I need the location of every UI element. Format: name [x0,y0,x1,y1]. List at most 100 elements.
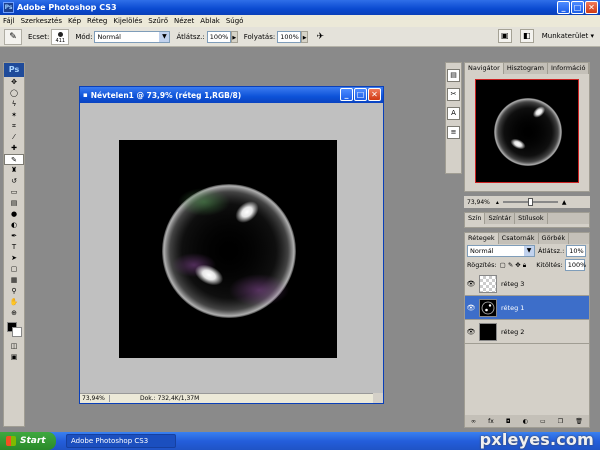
menu-help[interactable]: Súgó [223,17,247,25]
pen-tool-icon[interactable]: ✒ [4,231,24,242]
paragraph-panel-icon[interactable]: ≡ [447,126,460,139]
eye-icon[interactable]: 👁︎ [465,304,477,312]
lock-pixels-icon[interactable]: ✎ [508,261,513,269]
bridge-icon[interactable]: ▣ [497,29,512,43]
notes-tool-icon[interactable]: ▦ [4,275,24,286]
lock-all-icon[interactable]: 🔒︎ [523,261,526,270]
canvas-area[interactable] [80,103,383,393]
fill-input[interactable]: 100% [564,259,586,271]
hand-tool-icon[interactable]: ✋ [4,297,24,308]
eye-icon[interactable]: 👁︎ [465,280,477,288]
layer-mask-icon[interactable]: ◘ [506,418,511,425]
link-layers-icon[interactable]: ∞ [471,418,476,425]
tab-channels[interactable]: Csatornák [499,233,539,244]
history-brush-tool-icon[interactable]: ↺ [4,176,24,187]
lock-position-icon[interactable]: ✥ [515,261,520,269]
flow-arrow-icon[interactable]: ▶ [301,30,309,43]
blend-mode-select[interactable]: Normál ▼ [467,245,535,257]
opacity-input[interactable]: 100% [206,30,231,43]
document-title-bar[interactable]: ▪ Névtelen1 @ 73,9% (réteg 1,RGB/8) _ □ … [80,87,383,103]
layer-opacity-input[interactable]: 10% [566,245,587,257]
zoom-out-icon[interactable]: ▴ [496,199,499,206]
zoom-tool-icon[interactable]: ⊕ [4,308,24,319]
flow-input[interactable]: 100% [277,30,302,43]
airbrush-icon[interactable]: ✈ [313,30,327,44]
mode-value: Normál [97,32,121,41]
tab-curves[interactable]: Görbék [539,233,570,244]
slider-knob[interactable] [527,198,533,206]
navigator-zoom-slider[interactable] [502,198,558,206]
tab-styles[interactable]: Stílusok [515,213,548,224]
magic-wand-tool-icon[interactable]: ✶ [4,110,24,121]
dodge-tool-icon[interactable]: ◐ [4,220,24,231]
slice-tool-icon[interactable]: ⁄ [4,132,24,143]
tab-info[interactable]: Információ [548,63,590,74]
blur-tool-icon[interactable]: ● [4,209,24,220]
lock-transparency-icon[interactable]: ▢ [500,261,506,269]
menu-select[interactable]: Kijelölés [110,17,145,25]
quick-mask-icon[interactable]: ◫ [4,341,24,352]
history-panel-icon[interactable]: ▤ [447,69,460,82]
doc-zoom-field[interactable]: 73,94% [80,395,110,402]
navigator-zoom-value[interactable]: 73,94% [467,199,490,206]
menu-file[interactable]: Fájl [0,17,18,25]
mode-select[interactable]: Normál ▼ [94,30,171,43]
healing-brush-tool-icon[interactable]: ✚ [4,143,24,154]
tab-navigator[interactable]: Navigátor [465,63,504,74]
clone-stamp-tool-icon[interactable]: ♜ [4,165,24,176]
layer-style-icon[interactable]: fx [488,418,494,425]
new-layer-icon[interactable]: ❐ [558,418,563,425]
tab-layers[interactable]: Rétegek [465,233,499,244]
tools-preset-icon[interactable]: ✂ [447,88,460,101]
menu-image[interactable]: Kép [65,17,84,25]
tool-preset-picker[interactable]: ✎ [4,28,22,45]
color-swatches[interactable] [4,319,24,341]
shape-tool-icon[interactable]: ▢ [4,264,24,275]
opacity-arrow-icon[interactable]: ▶ [230,30,238,43]
tab-color[interactable]: Szín [465,213,486,224]
doc-maximize-button[interactable]: □ [354,88,367,101]
brush-picker[interactable]: 411 [51,28,70,45]
lasso-tool-icon[interactable]: ϟ [4,99,24,110]
tab-histogram[interactable]: Hisztogram [504,63,548,74]
close-button[interactable]: ✕ [585,1,598,14]
screen-mode-icon[interactable]: ▣ [4,352,24,363]
eye-icon[interactable]: 👁︎ [465,328,477,336]
crop-tool-icon[interactable]: ⌗ [4,121,24,132]
minimize-button[interactable]: _ [557,1,570,14]
menu-window[interactable]: Ablak [197,17,223,25]
doc-minimize-button[interactable]: _ [340,88,353,101]
canvas[interactable] [119,140,337,358]
layer-row-selected[interactable]: 👁︎ réteg 1 [465,296,589,320]
start-button[interactable]: Start [0,432,56,450]
doc-close-button[interactable]: ✕ [368,88,381,101]
layer-row[interactable]: 👁︎ réteg 2 [465,320,589,344]
menu-edit[interactable]: Szerkesztés [18,17,65,25]
background-color-swatch[interactable] [12,327,22,337]
tab-swatches[interactable]: Színtár [485,213,516,224]
character-panel-icon[interactable]: A [447,107,460,120]
brush-tool-icon[interactable]: ✎ [4,154,24,165]
eraser-tool-icon[interactable]: ▭ [4,187,24,198]
zoom-in-icon[interactable]: ▲ [562,199,567,206]
taskbar-item-photoshop[interactable]: Adobe Photoshop CS3 [66,434,176,448]
resize-grip-icon[interactable] [373,393,383,403]
gradient-tool-icon[interactable]: ▤ [4,198,24,209]
path-selection-tool-icon[interactable]: ➤ [4,253,24,264]
type-tool-icon[interactable]: T [4,242,24,253]
menu-view[interactable]: Nézet [171,17,197,25]
menu-filter[interactable]: Szűrő [145,17,171,25]
maximize-button[interactable]: □ [571,1,584,14]
move-tool-icon[interactable]: ✥ [4,77,24,88]
workspace-menu[interactable]: Munkaterület ▾ [542,32,594,40]
delete-layer-icon[interactable]: 🗑︎ [575,418,583,425]
new-group-icon[interactable]: ▭ [540,418,546,425]
menu-layer[interactable]: Réteg [84,17,110,25]
navigator-preview[interactable] [475,79,579,183]
adjustment-layer-icon[interactable]: ◐ [523,418,528,425]
eyedropper-tool-icon[interactable]: ⚲ [4,286,24,297]
palette-well-icon[interactable]: ◧ [519,29,534,43]
doc-size-info[interactable]: Dok.: 732,4K/1,37M [110,395,199,402]
layer-row[interactable]: 👁︎ réteg 3 [465,272,589,296]
marquee-tool-icon[interactable]: ◯ [4,88,24,99]
